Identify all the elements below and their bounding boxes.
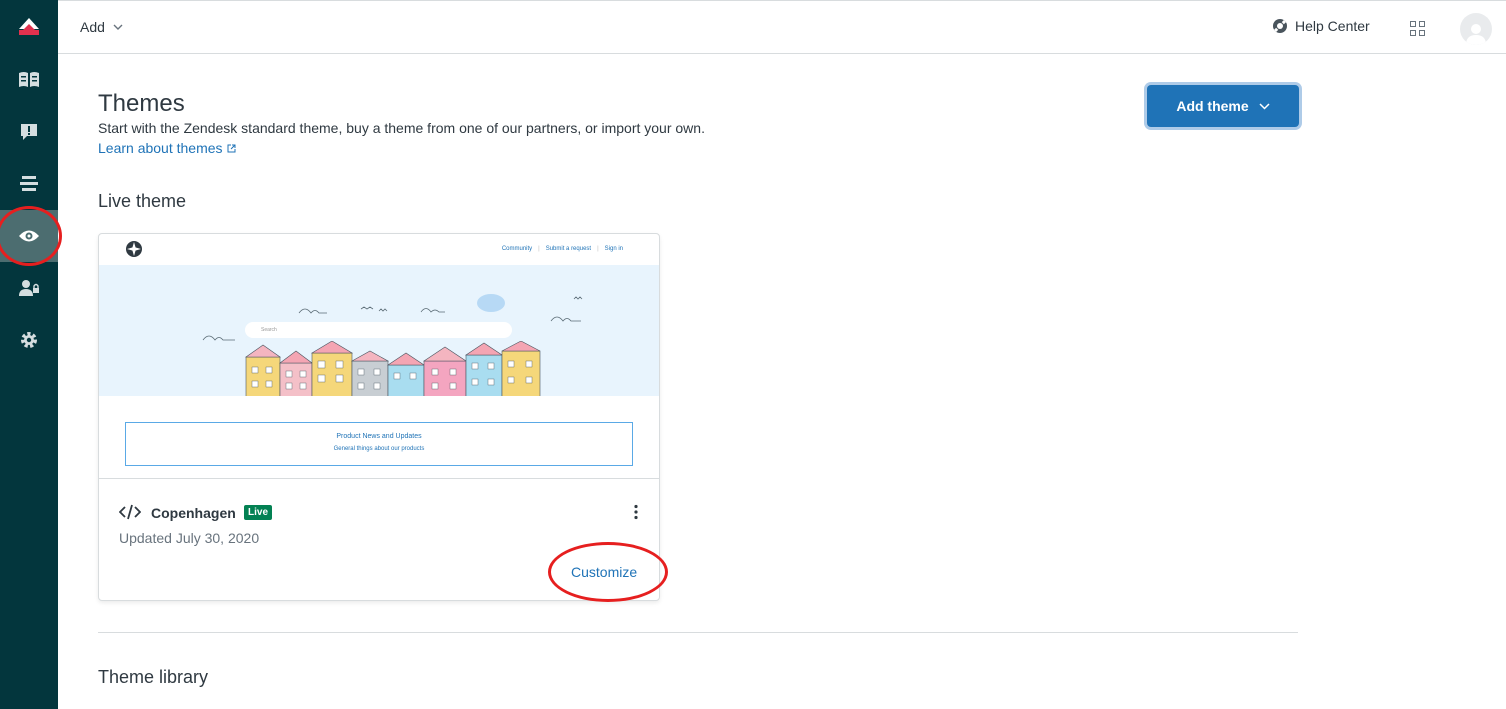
external-link-icon [227, 144, 236, 152]
section-divider [98, 632, 1298, 633]
preview-box-title: Product News and Updates [336, 433, 422, 440]
live-theme-heading: Live theme [98, 191, 187, 211]
preview-nav: Community Submit a request Sign in [502, 246, 623, 252]
more-options-icon[interactable] [633, 504, 639, 520]
user-avatar[interactable] [1460, 13, 1492, 45]
guide-book-icon [19, 72, 39, 87]
settings-gear-icon [21, 332, 37, 348]
add-menu-button[interactable]: Add [80, 19, 123, 35]
learn-about-themes-link[interactable]: Learn about themes [98, 140, 236, 156]
community-alert-icon [21, 124, 37, 140]
sidebar-item-settings[interactable] [0, 314, 58, 366]
zendesk-logo-icon [19, 18, 39, 35]
learn-link-label: Learn about themes [98, 140, 223, 156]
theme-logo-icon [126, 241, 142, 257]
zendesk-guide-logo[interactable] [0, 0, 58, 52]
preview-box-subtitle: General things about our products [333, 446, 425, 452]
product-tray-button[interactable] [1410, 21, 1425, 41]
sidebar-item-community[interactable] [0, 106, 58, 158]
user-permissions-icon [19, 280, 39, 296]
page-description: Start with the Zendesk standard theme, b… [98, 120, 705, 136]
live-status-badge: Live [244, 505, 273, 520]
preview-nav-sign-in: Sign in [597, 246, 623, 252]
help-center-link[interactable]: Help Center [1272, 18, 1370, 34]
help-center-label: Help Center [1295, 18, 1370, 34]
sidebar-item-arrange[interactable] [0, 158, 58, 210]
top-bar: Add Help Center [58, 0, 1506, 54]
add-theme-button[interactable]: Add theme [1147, 85, 1299, 127]
chevron-down-icon [1259, 102, 1270, 110]
code-icon [119, 504, 141, 520]
user-silhouette-icon [1466, 24, 1486, 45]
preview-search-bar: Search [245, 322, 512, 338]
lifebuoy-icon [1273, 19, 1287, 33]
add-theme-label: Add theme [1176, 98, 1249, 114]
chevron-down-icon [113, 24, 123, 30]
theme-name: Copenhagen [151, 505, 236, 521]
add-menu-label: Add [80, 19, 105, 35]
theme-preview-thumbnail[interactable]: Community Submit a request Sign in [99, 234, 659, 479]
customize-design-icon [19, 230, 39, 242]
preview-hero-illustration: Search [99, 265, 659, 396]
preview-nav-community: Community [501, 246, 533, 252]
preview-category-box: Product News and Updates General things … [125, 422, 633, 466]
customize-button[interactable]: Customize [571, 564, 637, 580]
theme-library-heading: Theme library [98, 667, 209, 687]
theme-updated-date: Updated July 30, 2020 [119, 530, 260, 546]
page-title: Themes [98, 90, 185, 117]
theme-card-body: Copenhagen Live Updated July 30, 2020 Cu… [99, 480, 659, 600]
grid-apps-icon [1410, 21, 1425, 36]
sidebar [0, 0, 58, 709]
colorful-houses-illustration [245, 341, 541, 396]
sidebar-item-user-permissions[interactable] [0, 262, 58, 314]
sidebar-item-customize-design[interactable] [0, 210, 58, 262]
arrange-content-icon [20, 176, 38, 191]
preview-nav-submit-request: Submit a request [538, 246, 591, 252]
sidebar-item-guide[interactable] [0, 54, 58, 106]
live-theme-card: Community Submit a request Sign in [98, 233, 660, 601]
